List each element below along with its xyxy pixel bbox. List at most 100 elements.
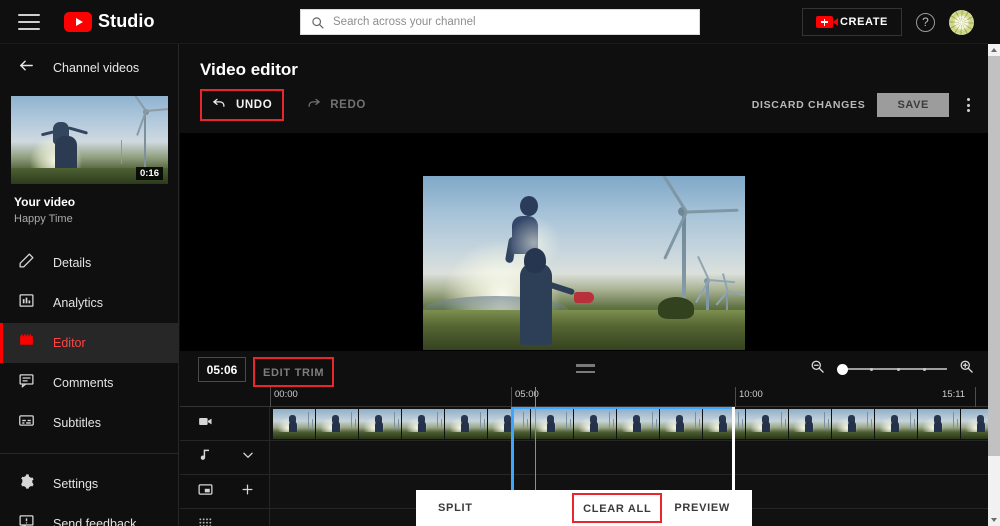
sidebar-item-label: Send feedback [53,517,137,526]
save-button[interactable]: SAVE [877,93,949,117]
sidebar-item-comments[interactable]: Comments [0,363,178,403]
filmstrip[interactable] [273,409,1000,439]
sidebar-menu: Details Analytics Editor Comments Subtit… [0,243,178,526]
timeline-zoom-controls [810,359,974,379]
edit-trim-label: EDIT TRIM [263,367,325,379]
ruler-mark: 10:00 [739,389,763,400]
comment-icon [18,372,35,394]
feedback-icon [18,513,35,526]
undo-button-label: UNDO [236,99,273,111]
sidebar-back-label: Channel videos [53,61,140,75]
ruler-mark: 15:11 [942,389,966,400]
sidebar-item-label: Analytics [53,296,104,310]
sidebar-video-subtitle: Happy Time [14,213,73,225]
ruler-mark: 00:00 [274,389,298,400]
sidebar-item-label: Subtitles [53,416,101,430]
chevron-down-icon[interactable] [241,448,255,467]
sidebar-item-editor[interactable]: Editor [0,323,178,363]
sidebar-item-analytics[interactable]: Analytics [0,283,178,323]
create-button-label: CREATE [839,16,888,28]
scroll-down-arrow-icon[interactable] [988,514,1000,526]
editor-header-right: DISCARD CHANGES SAVE [752,93,976,117]
playhead-ruler-marker [535,387,536,407]
sidebar-item-subtitles[interactable]: Subtitles [0,403,178,443]
discard-changes-button[interactable]: DISCARD CHANGES [752,99,866,111]
search-input[interactable] [333,16,699,28]
video-camera-plus-icon [815,16,838,28]
current-time-value: 05:06 [206,362,238,377]
zoom-slider-knob[interactable] [837,363,848,375]
grid-dots-icon [197,516,213,526]
track-header [180,441,270,474]
page-title: Video editor [200,60,298,79]
sidebar-item-settings[interactable]: Settings [0,464,178,504]
scroll-up-arrow-icon[interactable] [988,44,1000,56]
video-preview-area [180,133,988,351]
clear-all-label: CLEAR ALL [583,503,652,515]
track-header [180,509,270,526]
subtitles-icon [18,412,35,434]
pencil-icon [18,252,35,274]
sidebar-video-title: Your video [14,195,76,209]
page-scrollbar[interactable] [988,44,1000,526]
editor-action-row: UNDO REDO DISCARD CHANGES SAVE [180,85,988,125]
drag-handle-icon[interactable] [576,364,595,373]
editor-main: Video editor UNDO REDO DISCARD CHANGES S… [180,44,1000,526]
sidebar-item-send-feedback[interactable]: Send feedback [0,504,178,526]
split-button[interactable]: SPLIT [438,502,473,514]
current-time-box[interactable]: 05:06 [198,357,246,382]
sidebar-item-label: Editor [53,336,86,350]
help-icon[interactable]: ? [916,12,935,32]
track-header [180,475,270,508]
zoom-in-icon[interactable] [959,359,974,379]
blur-overlay-icon [197,481,214,503]
video-thumbnail[interactable]: 0:16 [11,96,168,184]
video-track-body[interactable] [270,407,1000,440]
brand-text: Studio [98,11,155,31]
redo-button-label: REDO [330,99,366,111]
sidebar-item-label: Comments [53,376,114,390]
timeline-ruler[interactable]: 00:00 05:00 10:00 15:11 [180,387,988,407]
film-icon [18,332,35,354]
hamburger-menu-icon[interactable] [18,13,40,30]
redo-arrow-icon [306,95,321,115]
plus-icon[interactable] [240,482,255,502]
more-options-icon[interactable] [961,94,976,116]
zoom-slider[interactable] [837,362,947,376]
track-audio[interactable] [180,441,988,475]
sidebar: Channel videos 0:16 Your video Happy Tim… [0,44,179,526]
youtube-studio-video-editor: Studio CREATE ? C [0,0,1000,526]
scrollbar-thumb[interactable] [988,56,1000,456]
top-bar-actions: CREATE ? [801,0,974,44]
youtube-play-icon [64,11,92,32]
bottom-action-bar: SPLIT CLEAR ALL PREVIEW [416,490,752,526]
bottom-bar-right: CLEAR ALL PREVIEW [572,493,738,523]
bar-chart-icon [18,292,35,314]
preview-button[interactable]: PREVIEW [666,498,738,518]
create-button[interactable]: CREATE [801,8,902,36]
undo-button[interactable]: UNDO [200,89,285,121]
sidebar-back-channel-videos[interactable]: Channel videos [0,44,178,92]
top-bar: Studio CREATE ? [0,0,988,44]
audio-track-body[interactable] [270,441,988,474]
track-header [180,407,270,440]
sidebar-item-details[interactable]: Details [0,243,178,283]
sidebar-divider [0,453,178,454]
search-bar[interactable] [300,9,700,35]
avatar[interactable] [949,9,974,35]
music-note-icon [197,447,213,468]
video-duration-badge: 0:16 [135,167,163,180]
zoom-out-icon[interactable] [810,359,825,379]
arrow-left-icon [18,57,35,79]
timeline-controls: 05:06 EDIT TRIM [180,351,988,387]
sidebar-item-label: Details [53,256,92,270]
redo-button[interactable]: REDO [298,91,374,119]
track-video[interactable] [180,407,1000,441]
gear-icon [18,473,35,495]
edit-trim-button[interactable]: EDIT TRIM [253,357,335,387]
studio-logo[interactable]: Studio [64,11,155,32]
search-icon [311,16,324,29]
video-preview[interactable] [423,176,745,350]
clear-all-button[interactable]: CLEAR ALL [572,493,663,523]
sidebar-item-label: Settings [53,477,99,491]
